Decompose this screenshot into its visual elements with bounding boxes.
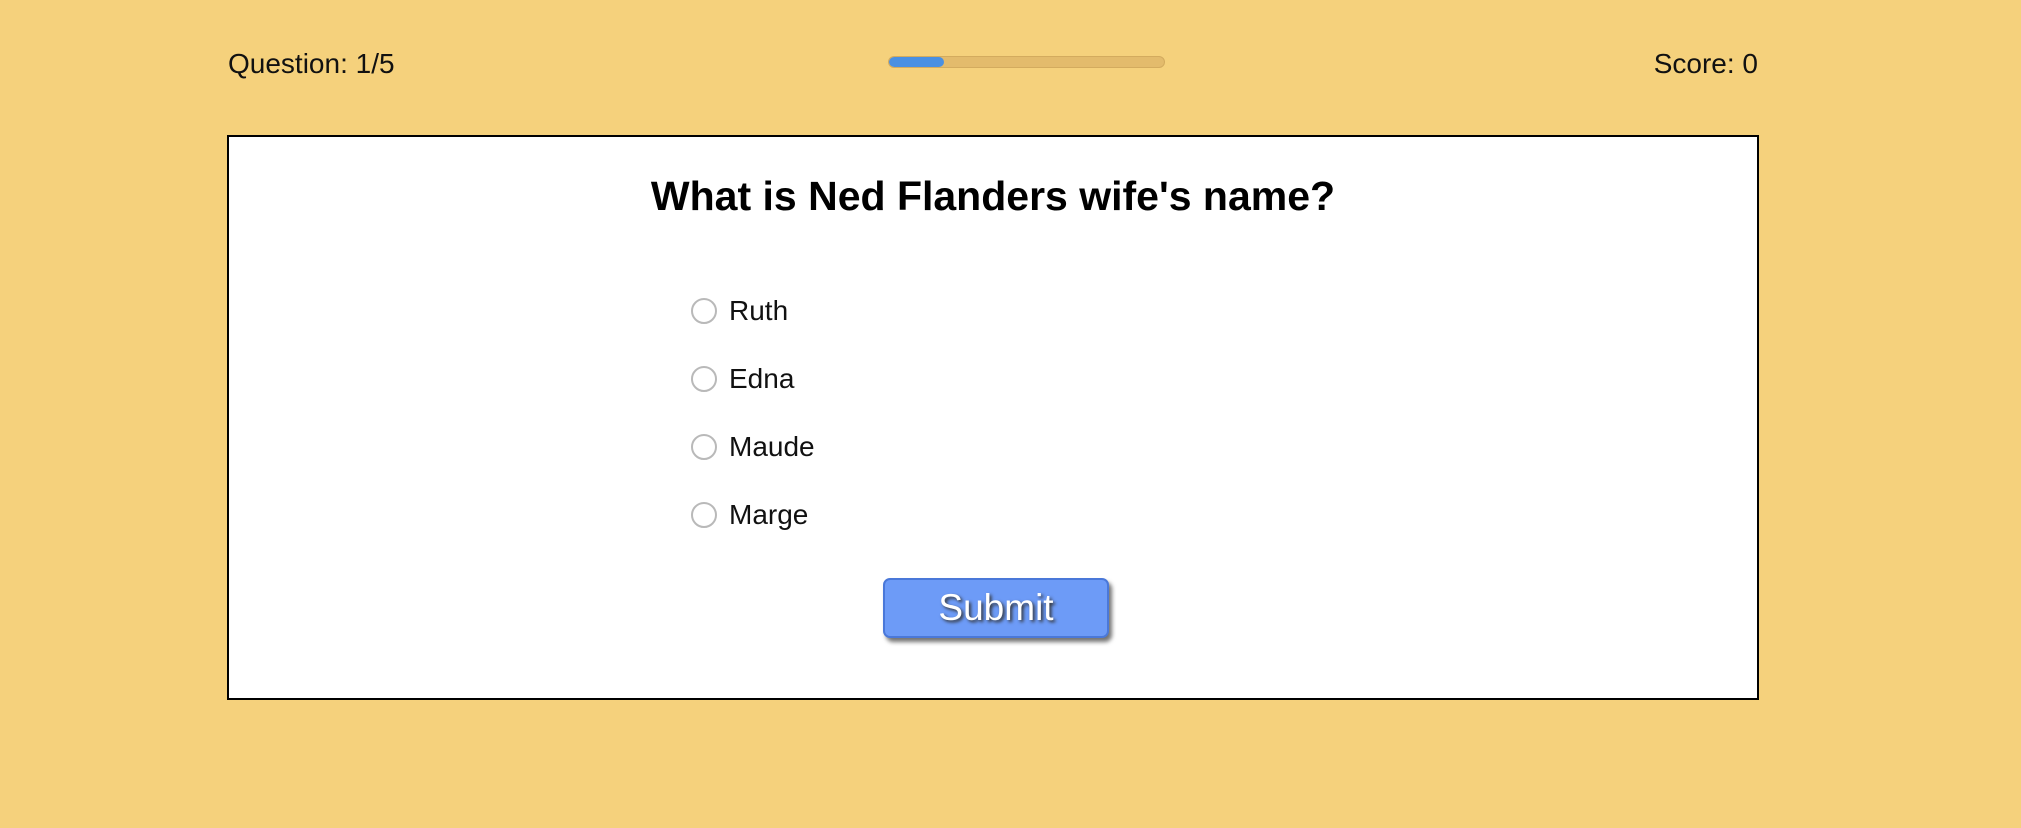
submit-button[interactable]: Submit bbox=[883, 578, 1109, 638]
radio-button[interactable] bbox=[691, 298, 717, 324]
answer-option-label: Marge bbox=[729, 499, 809, 530]
answer-option-edna[interactable]: Edna bbox=[691, 345, 815, 413]
progress-bar bbox=[888, 56, 1165, 68]
answer-option-marge[interactable]: Marge bbox=[691, 481, 815, 549]
answer-option-label: Edna bbox=[729, 363, 795, 394]
question-text: What is Ned Flanders wife's name? bbox=[650, 173, 1336, 219]
answer-option-ruth[interactable]: Ruth bbox=[691, 277, 815, 345]
answer-option-maude[interactable]: Maude bbox=[691, 413, 815, 481]
question-counter: Question: 1/5 bbox=[228, 48, 395, 79]
radio-button[interactable] bbox=[691, 434, 717, 460]
answer-options: Ruth Edna Maude Marge bbox=[691, 277, 815, 549]
quiz-header: Question: 1/5 Score: 0 bbox=[228, 44, 1758, 84]
radio-button[interactable] bbox=[691, 502, 717, 528]
progress-bar-fill bbox=[889, 57, 944, 67]
radio-button[interactable] bbox=[691, 366, 717, 392]
answer-option-label: Ruth bbox=[729, 295, 789, 326]
question-card: What is Ned Flanders wife's name? Ruth E… bbox=[227, 135, 1759, 700]
score-display: Score: 0 bbox=[1653, 48, 1758, 79]
answer-option-label: Maude bbox=[729, 431, 815, 462]
